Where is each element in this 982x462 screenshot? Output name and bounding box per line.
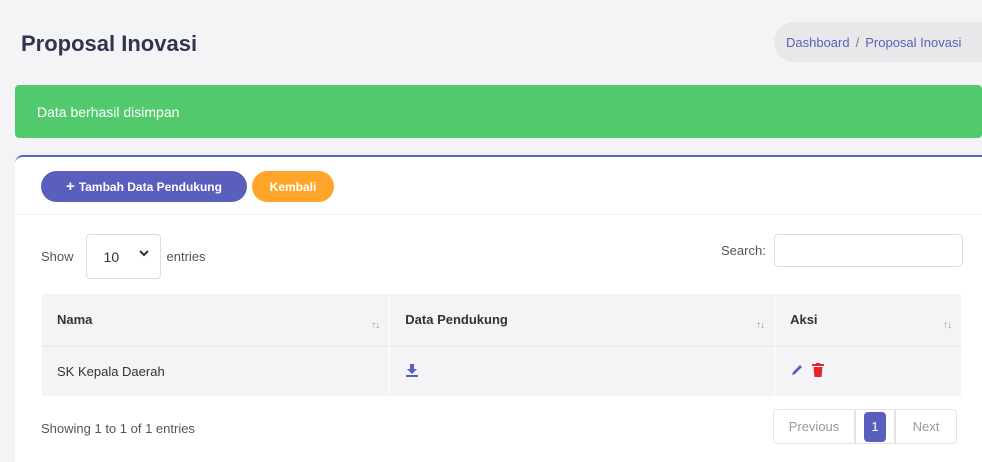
back-button[interactable]: Kembali: [252, 171, 334, 202]
add-button-label: Tambah Data Pendukung: [78, 179, 222, 194]
breadcrumb-current: Proposal Inovasi: [865, 34, 962, 50]
breadcrumb-separator: /: [855, 34, 860, 50]
page-title: Proposal Inovasi: [21, 31, 198, 56]
sort-icon: ↑↓: [371, 320, 380, 331]
table-info: Showing 1 to 1 of 1 entries: [41, 421, 195, 436]
table-row: SK Kepala Daerah: [42, 345, 962, 396]
previous-page-button[interactable]: Previous: [773, 409, 855, 444]
search-input[interactable]: [774, 234, 963, 267]
cell-nama: SK Kepala Daerah: [42, 345, 391, 396]
success-alert: Data berhasil disimpan: [15, 85, 982, 138]
show-label: Show: [41, 249, 74, 264]
data-table: Nama ↑↓ Data Pendukung ↑↓ Aksi ↑↓ SK Kep…: [42, 294, 962, 396]
alert-message: Data berhasil disimpan: [37, 103, 180, 120]
search-label: Search:: [721, 243, 766, 258]
cell-data-pendukung: [389, 345, 776, 396]
pagination: Previous 1 Next: [773, 409, 957, 444]
entries-length-control: Show 10 entries: [41, 234, 206, 279]
trash-icon[interactable]: [811, 362, 824, 380]
plus-icon: +: [66, 178, 75, 195]
pencil-icon[interactable]: [790, 364, 808, 380]
column-header-aksi[interactable]: Aksi ↑↓: [774, 294, 962, 346]
page-1-button[interactable]: 1: [855, 409, 895, 444]
table-header-row: Nama ↑↓ Data Pendukung ↑↓ Aksi ↑↓: [42, 294, 962, 346]
add-supporting-data-button[interactable]: + Tambah Data Pendukung: [41, 171, 247, 202]
breadcrumb-home-link[interactable]: Dashboard: [786, 35, 850, 50]
current-page-number: 1: [864, 411, 886, 442]
entries-select-value: 10: [103, 248, 120, 265]
column-header-data-pendukung[interactable]: Data Pendukung ↑↓: [389, 294, 776, 346]
column-header-nama[interactable]: Nama ↑↓: [42, 294, 391, 346]
download-icon[interactable]: [405, 363, 419, 380]
sort-icon: ↑↓: [756, 320, 765, 331]
data-card: + Tambah Data Pendukung Kembali Show 10 …: [15, 155, 982, 462]
breadcrumb: Dashboard / Proposal Inovasi: [774, 22, 982, 62]
card-header: + Tambah Data Pendukung Kembali: [15, 157, 982, 215]
entries-select[interactable]: 10: [85, 234, 161, 279]
sort-icon: ↑↓: [943, 320, 952, 331]
next-page-button[interactable]: Next: [895, 409, 957, 444]
chevron-down-icon: [138, 248, 149, 261]
entries-label: entries: [166, 249, 206, 264]
cell-aksi: [774, 345, 962, 396]
